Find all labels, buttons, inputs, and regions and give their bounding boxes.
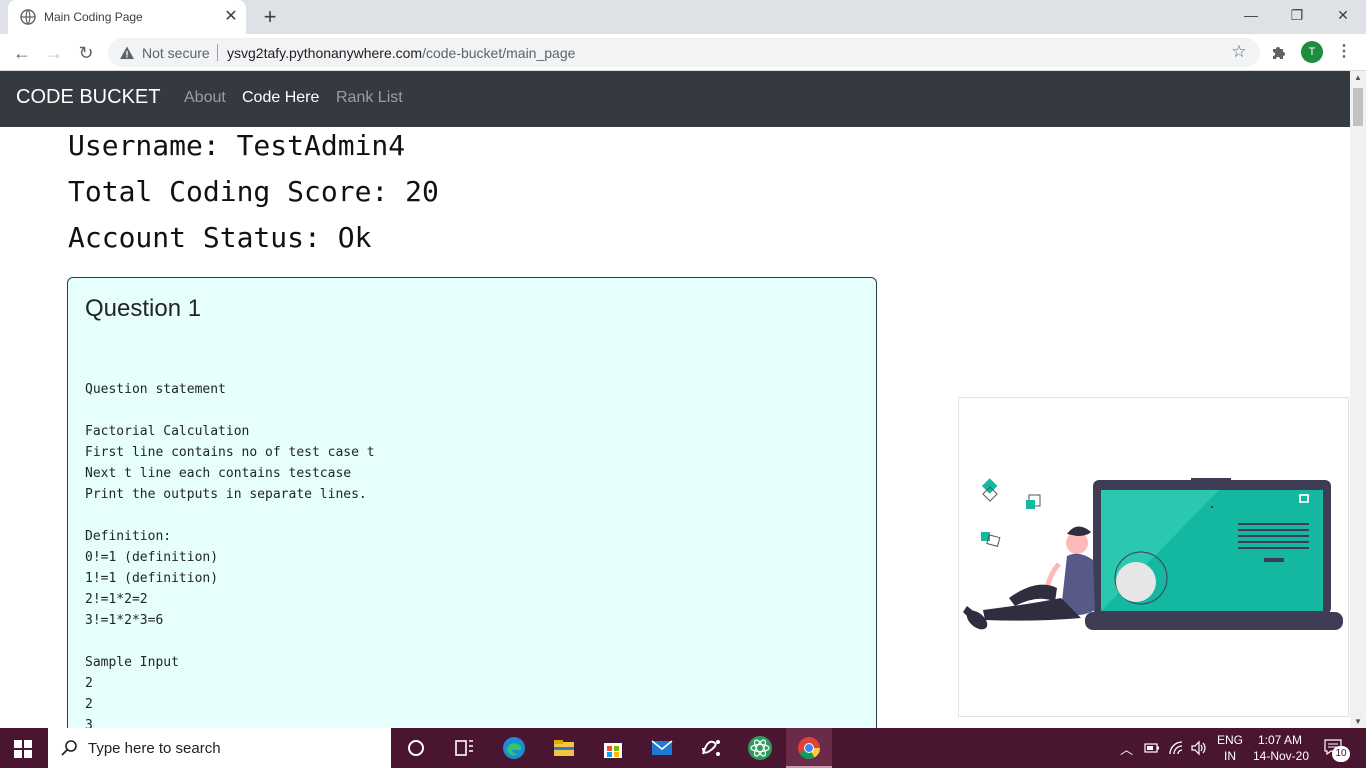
taskbar-search-box[interactable]: Type here to search <box>48 728 391 768</box>
nav-link-rank-list[interactable]: Rank List <box>336 89 403 107</box>
region-code[interactable]: IN <box>1216 749 1244 763</box>
edge-browser-icon[interactable] <box>502 736 526 760</box>
language-code[interactable]: ENG <box>1216 733 1244 747</box>
wifi-icon[interactable] <box>1168 740 1186 756</box>
security-label[interactable]: Not secure <box>142 45 210 61</box>
volume-icon[interactable] <box>1190 740 1208 756</box>
search-placeholder: Type here to search <box>88 740 221 757</box>
clock-time[interactable]: 1:07 AM <box>1250 733 1310 747</box>
url-host: ysvg2tafy.pythonanywhere.com <box>227 45 423 61</box>
window-minimize-button[interactable]: — <box>1228 0 1274 30</box>
scroll-up-arrow-icon[interactable]: ▲ <box>1354 73 1362 82</box>
question-card: Question 1 Question statement Factorial … <box>67 277 877 728</box>
clock-date[interactable]: 14-Nov-20 <box>1248 749 1314 763</box>
address-bar[interactable]: Not secure ysvg2tafy.pythonanywhere.com/… <box>108 38 1260 67</box>
globe-icon <box>20 9 36 25</box>
browser-tab-strip: Main Coding Page ✕ + — ❐ ✕ <box>0 0 1366 34</box>
battery-icon[interactable] <box>1144 741 1160 755</box>
scroll-thumb[interactable] <box>1353 88 1363 126</box>
chrome-taskbar-slot[interactable] <box>786 728 832 768</box>
web-page: CODE BUCKET About Code Here Rank List Us… <box>0 71 1350 728</box>
score-line: Total Coding Score: 20 <box>68 175 439 208</box>
notification-count-badge: 10 <box>1332 746 1350 762</box>
browser-menu-icon[interactable]: ⋮ <box>1336 41 1352 63</box>
site-navbar: CODE BUCKET About Code Here Rank List <box>0 71 1350 127</box>
task-view-icon[interactable] <box>452 736 476 760</box>
back-arrow-icon[interactable]: ← <box>10 41 34 65</box>
url-path: /code-bucket/main_page <box>422 45 576 61</box>
browser-toolbar: ← → ↻ Not secure ysvg2tafy.pythonanywher… <box>0 34 1366 71</box>
chrome-icon <box>798 737 820 759</box>
tab-title: Main Coding Page <box>44 10 143 24</box>
url-separator <box>217 44 218 61</box>
person-with-laptop-illustration <box>963 478 1343 630</box>
profile-avatar[interactable]: T <box>1301 41 1323 63</box>
tray-chevron-up-icon[interactable]: ︿ <box>1120 739 1133 758</box>
window-close-button[interactable]: ✕ <box>1320 0 1366 30</box>
scroll-down-arrow-icon[interactable]: ▼ <box>1354 717 1362 726</box>
forward-arrow-icon[interactable]: → <box>42 41 66 65</box>
search-icon <box>61 740 77 756</box>
bookmark-star-icon[interactable]: ☆ <box>1230 43 1248 61</box>
nav-link-code-here[interactable]: Code Here <box>242 89 319 107</box>
file-explorer-icon[interactable] <box>552 736 576 760</box>
url-text[interactable]: ysvg2tafy.pythonanywhere.com/code-bucket… <box>227 45 575 61</box>
nav-link-about[interactable]: About <box>184 89 226 107</box>
illustration-card <box>958 397 1349 717</box>
site-brand[interactable]: CODE BUCKET <box>16 86 160 109</box>
window-restore-button[interactable]: ❐ <box>1274 0 1320 30</box>
warning-icon <box>120 46 134 59</box>
microsoft-store-icon[interactable] <box>601 736 625 760</box>
windows-taskbar: Type here to search ︿ ENG IN 1:07 AM 14-… <box>0 728 1366 768</box>
username-line: Username: TestAdmin4 <box>68 129 406 162</box>
page-scrollbar[interactable]: ▲ ▼ <box>1350 71 1366 728</box>
account-status-line: Account Status: Ok <box>68 221 372 254</box>
app-swirl-icon[interactable] <box>699 736 723 760</box>
question-title: Question 1 <box>85 295 202 322</box>
atom-editor-icon[interactable] <box>748 736 772 760</box>
tab-close-icon[interactable]: ✕ <box>222 8 240 26</box>
reload-icon[interactable]: ↻ <box>74 41 98 65</box>
mail-icon[interactable] <box>650 736 674 760</box>
extensions-puzzle-icon[interactable] <box>1270 43 1288 61</box>
browser-tab[interactable]: Main Coding Page ✕ <box>8 0 246 34</box>
windows-start-icon[interactable] <box>14 740 32 758</box>
cortana-icon[interactable] <box>404 736 428 760</box>
new-tab-button[interactable]: + <box>258 6 282 28</box>
question-body: Question statement Factorial Calculation… <box>85 382 375 728</box>
